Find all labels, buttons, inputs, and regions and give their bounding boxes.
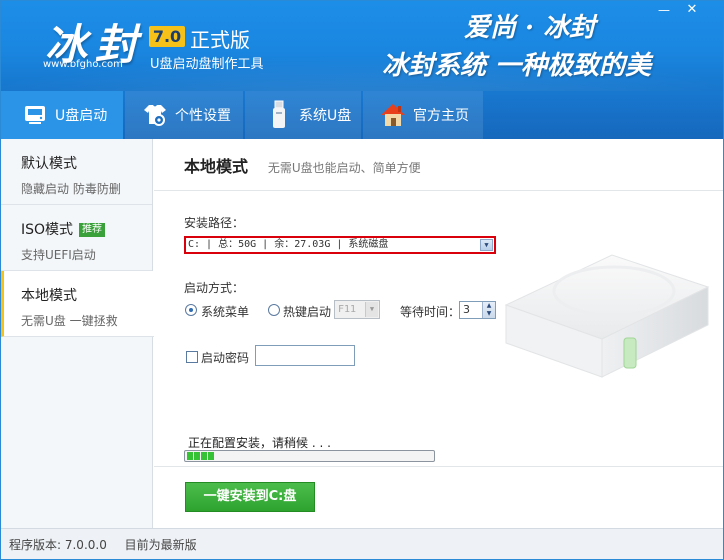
chevron-down-icon: ▼ — [365, 302, 378, 317]
install-path-label: 安装路径： — [184, 216, 245, 230]
install-progress-bar — [184, 450, 435, 462]
wait-time-label: 等待时间： — [400, 305, 461, 319]
tab-usb-boot[interactable]: U盘启动 — [1, 91, 123, 139]
hard-drive-illustration — [504, 254, 710, 378]
sidebar-item-subtitle: 无需U盘 一键拯救 — [21, 314, 118, 328]
wait-time-value: 3 — [463, 303, 470, 316]
version-badge: 7.0 — [149, 26, 185, 47]
edition-label: 正式版 — [190, 28, 250, 52]
status-bar: 程序版本: 7.0.0.0 目前为最新版 — [1, 528, 723, 559]
panel-title: 本地模式 — [184, 157, 249, 176]
app-header: 冰封 www.bfgho.com 7.0 正式版 U盘启动盘制作工具 爱尚 · … — [1, 1, 723, 91]
progress-block — [194, 452, 200, 460]
wait-time-stepper[interactable]: 3 ▲ ▼ — [459, 301, 496, 319]
install-path-select[interactable]: C: | 总：50G | 余：27.03G | 系统磁盘 ▼ — [184, 236, 496, 254]
sidebar-item-title: 默认模式 — [21, 156, 77, 172]
recommended-badge: 推荐 — [79, 223, 106, 237]
hotkey-select[interactable]: F11 ▼ — [334, 300, 380, 319]
logo-url: www.bfgho.com — [43, 59, 123, 70]
sidebar-item-iso-mode[interactable]: ISO模式 推荐 支持UEFI启动 — [1, 205, 152, 271]
main-tab-bar: U盘启动 个性设置 系统U盘 官方主页 — [1, 91, 723, 139]
tab-label: U盘启动 — [55, 108, 108, 124]
radio-system-menu-label: 系统菜单 — [201, 305, 250, 319]
usb-stick-icon — [265, 100, 293, 129]
boot-password-label: 启动密码 — [201, 351, 250, 365]
progress-block — [201, 452, 207, 460]
panel-header: 本地模式 无需U盘也能启动、简单方便 — [154, 139, 723, 191]
tab-label: 个性设置 — [175, 108, 231, 124]
sidebar-item-default-mode[interactable]: 默认模式 隐藏启动 防毒防删 — [1, 139, 152, 205]
install-path-value: C: | 总：50G | 余：27.03G | 系统磁盘 — [188, 239, 389, 250]
program-version: 程序版本: 7.0.0.0 — [9, 538, 107, 552]
boot-mode-label: 启动方式： — [184, 281, 245, 295]
tshirt-gear-icon — [141, 101, 169, 129]
boot-password-checkbox[interactable] — [186, 351, 198, 363]
app-window: 冰封 www.bfgho.com 7.0 正式版 U盘启动盘制作工具 爱尚 · … — [0, 0, 724, 560]
sidebar-item-subtitle: 隐藏启动 防毒防删 — [21, 182, 121, 196]
progress-block — [208, 452, 214, 460]
sidebar-item-title-text: ISO模式 — [21, 222, 74, 238]
app-logo: 冰封 — [45, 20, 146, 69]
sidebar-item-title: 本地模式 — [21, 288, 77, 304]
divider — [154, 466, 723, 467]
slogan-line-1: 爱尚 · 冰封 — [464, 13, 596, 43]
stepper-arrows-icon[interactable]: ▲ ▼ — [482, 302, 495, 318]
sidebar-item-local-mode[interactable]: 本地模式 无需U盘 一键拯救 — [1, 271, 154, 337]
panel-description: 无需U盘也能启动、简单方便 — [267, 161, 421, 175]
tab-personal-settings[interactable]: 个性设置 — [125, 91, 243, 139]
tab-label: 系统U盘 — [299, 108, 352, 124]
sidebar-item-title: ISO模式 推荐 — [21, 219, 152, 239]
home-icon — [379, 101, 407, 129]
update-status: 目前为最新版 — [124, 538, 197, 552]
radio-system-menu[interactable] — [185, 304, 197, 316]
slogan-line-2: 冰封系统 一种极致的美 — [382, 51, 652, 81]
radio-hotkey-boot[interactable] — [268, 304, 280, 316]
local-mode-panel: 本地模式 无需U盘也能启动、简单方便 安装路径： C: | 总：50G | 余：… — [154, 139, 723, 528]
chevron-down-icon[interactable]: ▼ — [480, 239, 493, 251]
progress-fill — [187, 452, 432, 460]
hotkey-value: F11 — [338, 304, 357, 315]
tab-official-site[interactable]: 官方主页 — [363, 91, 483, 139]
progress-block — [187, 452, 193, 460]
minimize-button[interactable]: — — [656, 3, 672, 17]
install-button[interactable]: 一键安装到C:盘 — [185, 482, 315, 512]
app-subtitle: U盘启动盘制作工具 — [150, 57, 264, 72]
usb-drive-icon — [21, 101, 49, 129]
sidebar-item-subtitle: 支持UEFI启动 — [21, 248, 96, 262]
mode-sidebar: 默认模式 隐藏启动 防毒防删 ISO模式 推荐 支持UEFI启动 本地模式 无需U… — [1, 139, 154, 528]
close-button[interactable]: ✕ — [684, 3, 700, 17]
tab-system-usb[interactable]: 系统U盘 — [245, 91, 361, 139]
install-status-text: 正在配置安装，请稍候 . . . — [188, 436, 331, 450]
radio-hotkey-boot-label: 热键启动 — [283, 305, 332, 319]
tab-label: 官方主页 — [413, 108, 469, 124]
boot-password-input[interactable] — [255, 345, 355, 366]
